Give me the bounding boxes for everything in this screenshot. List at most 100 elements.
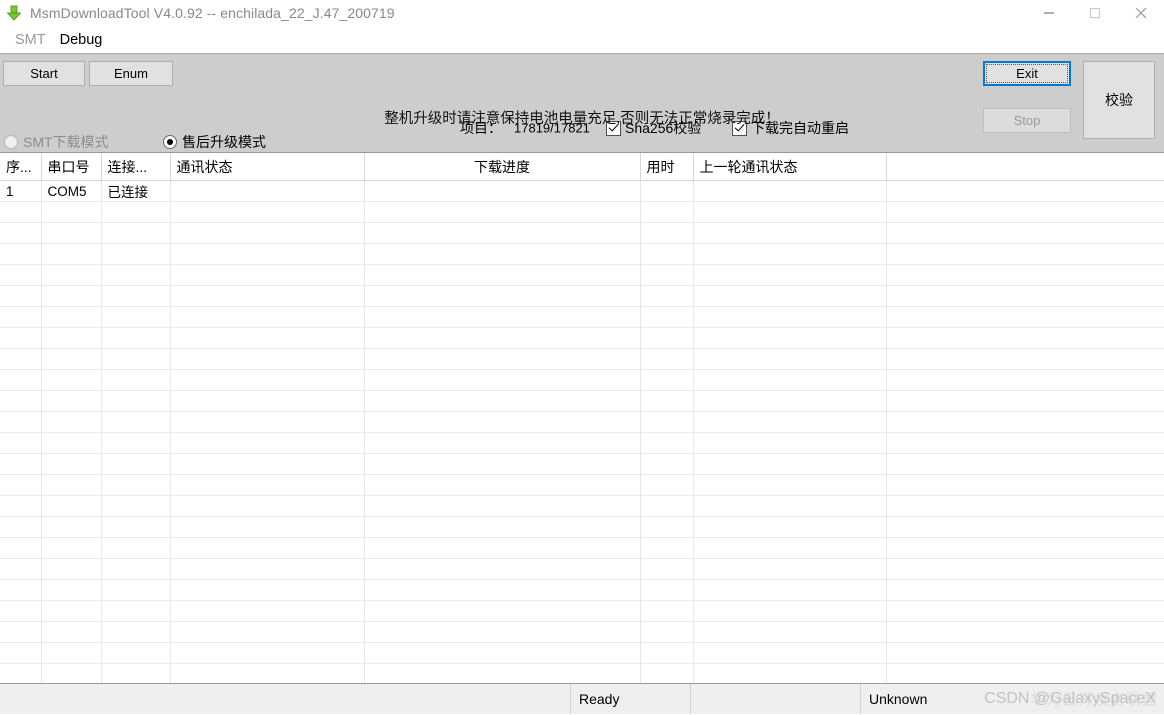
cell-empty <box>0 663 42 683</box>
cell-empty <box>41 243 102 265</box>
stop-button[interactable]: Stop <box>983 108 1071 133</box>
cell-empty <box>886 474 1164 496</box>
cell-empty <box>0 558 42 580</box>
enum-button[interactable]: Enum <box>89 61 173 86</box>
column-header-port[interactable]: 串口号 <box>41 153 102 181</box>
cell-empty <box>101 663 171 683</box>
cell-empty <box>640 621 694 643</box>
cell-empty <box>364 516 641 538</box>
menu-item-smt[interactable]: SMT <box>8 31 53 49</box>
menu-item-debug[interactable]: Debug <box>53 31 110 49</box>
cell-empty <box>640 516 694 538</box>
table-row-empty[interactable] <box>0 600 1164 622</box>
column-header-lastcomm[interactable]: 上一轮通讯状态 <box>693 153 887 181</box>
device-table: 序... 串口号 连接... 通讯状态 下载进度 用时 上一轮通讯状态 1 COM5 已连接 <box>0 153 1164 683</box>
column-header-connect[interactable]: 连接... <box>101 153 171 181</box>
cell-empty <box>640 264 694 286</box>
cell-empty <box>170 285 365 307</box>
cell-empty <box>886 201 1164 223</box>
start-button[interactable]: Start <box>3 61 85 86</box>
table-row-empty[interactable] <box>0 495 1164 517</box>
cell-empty <box>886 453 1164 475</box>
table-row[interactable]: 1 COM5 已连接 <box>0 180 1164 202</box>
table-row-empty[interactable] <box>0 579 1164 601</box>
maximize-icon[interactable] <box>1072 0 1118 26</box>
cell-empty <box>640 390 694 412</box>
table-row-empty[interactable] <box>0 222 1164 244</box>
cell-empty <box>0 474 42 496</box>
table-row-empty[interactable] <box>0 243 1164 265</box>
table-row-empty[interactable] <box>0 411 1164 433</box>
status-device: Unknown <box>860 684 1164 714</box>
column-header-extra[interactable] <box>886 153 1164 181</box>
table-row-empty[interactable] <box>0 516 1164 538</box>
column-header-index[interactable]: 序... <box>0 153 42 181</box>
cell-empty <box>101 369 171 391</box>
table-row-empty[interactable] <box>0 264 1164 286</box>
cell-empty <box>364 369 641 391</box>
cell-empty <box>0 537 42 559</box>
minimize-icon[interactable] <box>1026 0 1072 26</box>
table-row-empty[interactable] <box>0 432 1164 454</box>
table-row-empty[interactable] <box>0 558 1164 580</box>
cell-empty <box>101 348 171 370</box>
cell-empty <box>693 621 887 643</box>
table-row-empty[interactable] <box>0 642 1164 664</box>
cell-empty <box>170 369 365 391</box>
column-header-comm[interactable]: 通讯状态 <box>170 153 365 181</box>
radio-circle-icon <box>163 135 177 149</box>
status-bar: Ready Unknown 华为云开发者联盟 CSDN @GalaxySpace… <box>0 684 1164 714</box>
table-row-empty[interactable] <box>0 327 1164 349</box>
cell-progress <box>364 180 641 202</box>
cell-empty <box>170 201 365 223</box>
table-row-empty[interactable] <box>0 474 1164 496</box>
table-row-empty[interactable] <box>0 285 1164 307</box>
exit-button[interactable]: Exit <box>983 61 1071 86</box>
table-row-empty[interactable] <box>0 201 1164 223</box>
column-header-elapsed[interactable]: 用时 <box>640 153 694 181</box>
table-row-empty[interactable] <box>0 537 1164 559</box>
cell-empty <box>886 621 1164 643</box>
cell-empty <box>0 432 42 454</box>
table-row-empty[interactable] <box>0 621 1164 643</box>
cell-empty <box>886 537 1164 559</box>
cell-empty <box>693 306 887 328</box>
cell-empty <box>170 348 365 370</box>
cell-empty <box>0 579 42 601</box>
radio-smt-download-mode[interactable]: SMT下载模式 <box>4 132 109 152</box>
table-row-empty[interactable] <box>0 348 1164 370</box>
cell-empty <box>101 474 171 496</box>
table-row-empty[interactable] <box>0 390 1164 412</box>
cell-empty <box>364 600 641 622</box>
table-row-empty[interactable] <box>0 453 1164 475</box>
cell-empty <box>170 306 365 328</box>
cell-empty <box>640 663 694 683</box>
table-row-empty[interactable] <box>0 369 1164 391</box>
column-header-progress[interactable]: 下载进度 <box>364 153 641 181</box>
cell-empty <box>170 579 365 601</box>
device-grid[interactable]: 序... 串口号 连接... 通讯状态 下载进度 用时 上一轮通讯状态 1 COM5 已连接 <box>0 153 1164 684</box>
close-icon[interactable] <box>1118 0 1164 26</box>
cell-empty <box>0 642 42 664</box>
cell-empty <box>693 222 887 244</box>
cell-empty <box>101 327 171 349</box>
cell-empty <box>886 516 1164 538</box>
verify-button[interactable]: 校验 <box>1083 61 1155 139</box>
cell-empty <box>364 348 641 370</box>
cell-empty <box>640 411 694 433</box>
cell-empty <box>41 474 102 496</box>
cell-empty <box>101 411 171 433</box>
cell-empty <box>0 327 42 349</box>
table-row-empty[interactable] <box>0 306 1164 328</box>
cell-empty <box>364 411 641 433</box>
cell-empty <box>170 327 365 349</box>
cell-empty <box>364 264 641 286</box>
cell-empty <box>364 495 641 517</box>
cell-empty <box>101 390 171 412</box>
cell-empty <box>693 537 887 559</box>
cell-empty <box>170 474 365 496</box>
cell-empty <box>886 348 1164 370</box>
radio-aftersale-upgrade-mode[interactable]: 售后升级模式 <box>163 132 266 152</box>
table-row-empty[interactable] <box>0 663 1164 683</box>
cell-empty <box>886 579 1164 601</box>
